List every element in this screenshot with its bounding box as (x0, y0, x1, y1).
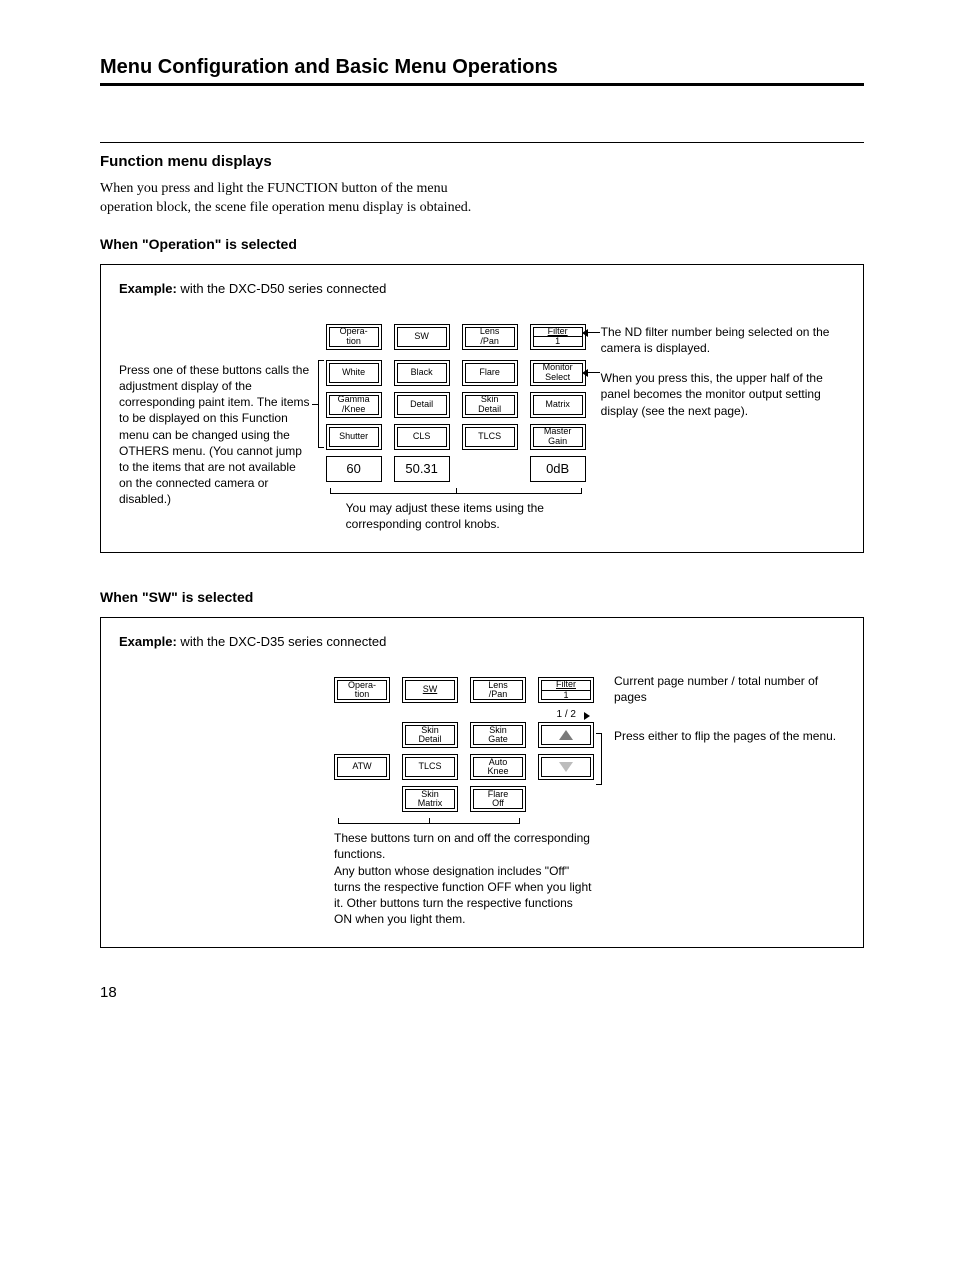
right-note-2: When you press this, the upper half of t… (601, 370, 845, 419)
section-heading: Function menu displays (100, 153, 864, 170)
example-text: with the DXC-D50 series connected (177, 281, 387, 296)
knob-caption: You may adjust these items using the cor… (326, 500, 586, 532)
right-note-1: Current page number / total number of pa… (614, 673, 844, 705)
operation-button[interactable]: Opera- tion (326, 324, 382, 350)
filter-button[interactable]: Filter 1 (530, 324, 586, 350)
filter-button[interactable]: Filter 1 (538, 677, 594, 703)
page-title: Menu Configuration and Basic Menu Operat… (100, 56, 864, 79)
master-gain-value: 0dB (530, 456, 586, 482)
shutter-button[interactable]: Shutter (326, 424, 382, 450)
subheading-sw: When "SW" is selected (100, 589, 864, 605)
atw-button[interactable]: ATW (334, 754, 390, 780)
connector-line (586, 332, 600, 333)
right-note-2: Press either to flip the pages of the me… (614, 728, 844, 744)
example-label: Example: (119, 634, 177, 649)
filter-value: 1 (542, 690, 590, 700)
filter-label: Filter (534, 327, 582, 336)
page-number: 18 (100, 984, 864, 1001)
shutter-value: 60 (326, 456, 382, 482)
filter-value: 1 (534, 336, 582, 346)
flare-button[interactable]: Flare (462, 360, 518, 386)
skin-matrix-button[interactable]: Skin Matrix (402, 786, 458, 812)
page-down-button[interactable] (538, 754, 594, 780)
lens-pan-button[interactable]: Lens /Pan (470, 677, 526, 703)
flare-off-button[interactable]: Flare Off (470, 786, 526, 812)
panel-sw: Opera- tion SW Lens /Pan Filter 1 1 / 2 (334, 677, 594, 927)
detail-button[interactable]: Detail (394, 392, 450, 418)
example-box-sw: Example: with the DXC-D35 series connect… (100, 617, 864, 948)
spacer (462, 456, 518, 482)
left-note-op: Press one of these buttons calls the adj… (119, 324, 326, 508)
cls-button[interactable]: CLS (394, 424, 450, 450)
right-note-sw: Current page number / total number of pa… (594, 677, 844, 762)
example-box-operation: Example: with the DXC-D50 series connect… (100, 264, 864, 553)
connector-line (586, 372, 600, 373)
matrix-button[interactable]: Matrix (530, 392, 586, 418)
triangle-down-icon (559, 762, 573, 772)
operation-button[interactable]: Opera- tion (334, 677, 390, 703)
auto-knee-button[interactable]: Auto Knee (470, 754, 526, 780)
arrow-icon (578, 369, 588, 377)
knob-bar-icon (326, 490, 586, 494)
sw-button[interactable]: SW (394, 324, 450, 350)
subheading-operation: When "Operation" is selected (100, 236, 864, 252)
section-body: When you press and light the FUNCTION bu… (100, 180, 500, 218)
example-text: with the DXC-D35 series connected (177, 634, 387, 649)
tlcs-button[interactable]: TLCS (402, 754, 458, 780)
white-button[interactable]: White (326, 360, 382, 386)
section-rule (100, 142, 864, 143)
panel-op: Opera- tion SW Lens /Pan Filter 1 White … (326, 324, 586, 532)
example-title-op: Example: with the DXC-D50 series connect… (119, 281, 845, 296)
title-rule (100, 83, 864, 86)
right-note-1: The ND filter number being selected on t… (601, 324, 845, 356)
example-label: Example: (119, 281, 177, 296)
arrow-icon (578, 329, 588, 337)
example-title-sw: Example: with the DXC-D35 series connect… (119, 634, 845, 649)
skin-detail-button[interactable]: Skin Detail (402, 722, 458, 748)
filter-label: Filter (542, 680, 590, 689)
bracket-right-icon (596, 733, 602, 785)
sw-button[interactable]: SW (402, 677, 458, 703)
connector-line (312, 404, 318, 405)
triangle-up-icon (559, 730, 573, 740)
knob-bar-icon (334, 820, 524, 824)
skin-gate-button[interactable]: Skin Gate (470, 722, 526, 748)
bracket-left-icon (318, 360, 324, 448)
page-up-button[interactable] (538, 722, 594, 748)
lens-pan-button[interactable]: Lens /Pan (462, 324, 518, 350)
gamma-knee-button[interactable]: Gamma /Knee (326, 392, 382, 418)
tlcs-button[interactable]: TLCS (462, 424, 518, 450)
black-button[interactable]: Black (394, 360, 450, 386)
connector-line (584, 713, 602, 714)
right-note-op: The ND filter number being selected on t… (586, 324, 845, 433)
page-indicator: 1 / 2 (334, 709, 594, 720)
bottom-note-sw: These buttons turn on and off the corres… (334, 830, 594, 927)
master-gain-button[interactable]: Master Gain (530, 424, 586, 450)
cls-value: 50.31 (394, 456, 450, 482)
skin-detail-button[interactable]: Skin Detail (462, 392, 518, 418)
